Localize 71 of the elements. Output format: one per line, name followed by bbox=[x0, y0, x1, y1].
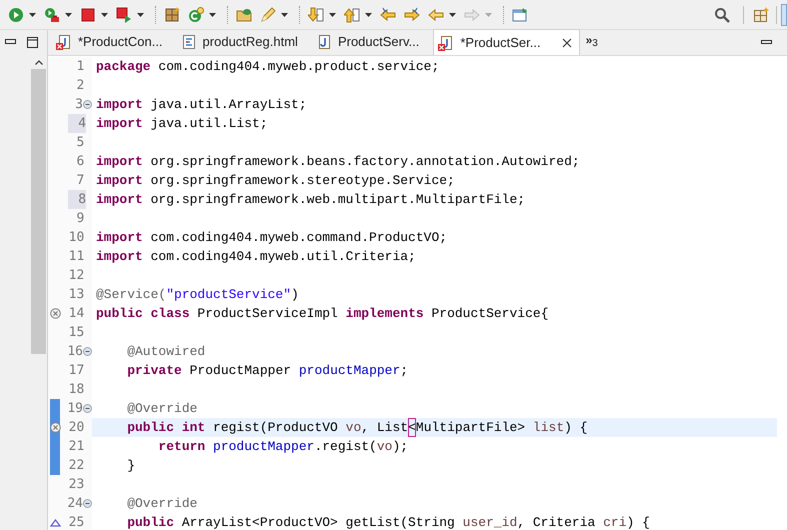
code-line: @Override bbox=[126, 494, 198, 513]
caret-icon bbox=[136, 12, 144, 16]
fold-icon[interactable] bbox=[83, 404, 92, 413]
maximize-button[interactable] bbox=[26, 36, 38, 48]
line-number: 16 bbox=[66, 342, 83, 361]
fold-icon[interactable] bbox=[83, 100, 92, 109]
line-number: 10 bbox=[68, 228, 84, 247]
line-number: 18 bbox=[68, 380, 84, 399]
code-line: import com.coding404.myweb.util.Criteria; bbox=[95, 248, 417, 266]
scroll-thumb[interactable] bbox=[31, 69, 46, 354]
code-line: package com.coding404.myweb.product.service; bbox=[95, 58, 440, 76]
tab-label: ProductServ... bbox=[338, 33, 420, 52]
caret-icon bbox=[448, 12, 456, 16]
caret-icon bbox=[328, 12, 336, 16]
code-line: @Service("productService") bbox=[95, 286, 300, 304]
line-number: 22 bbox=[68, 456, 84, 475]
line-number: 21 bbox=[68, 438, 84, 456]
line-number: 8 bbox=[68, 190, 86, 209]
line-number: 13 bbox=[68, 286, 84, 304]
code-line: @Autowired bbox=[126, 342, 206, 361]
line-number: 1 bbox=[75, 58, 84, 76]
editor-tab[interactable]: *ProductCon... bbox=[52, 29, 177, 55]
caret-icon bbox=[208, 12, 216, 16]
line-number: 6 bbox=[75, 152, 84, 171]
code-line: } bbox=[126, 456, 136, 475]
line-number: 24 bbox=[66, 494, 83, 513]
editor-tab[interactable]: *ProductSer... bbox=[433, 29, 580, 55]
code-line: import org.springframework.stereotype.Service; bbox=[95, 172, 456, 190]
fold-icon[interactable] bbox=[83, 499, 92, 508]
caret-icon bbox=[100, 12, 108, 16]
line-number: 20 bbox=[68, 418, 84, 437]
line-number: 4 bbox=[68, 114, 86, 133]
code-line: import java.util.List; bbox=[95, 114, 269, 133]
code-line: private ProductMapper productMapper; bbox=[126, 362, 410, 380]
code-line: import org.springframework.web.multipart.MultipartFile; bbox=[95, 190, 526, 209]
line-number: 19 bbox=[66, 400, 83, 418]
caret-icon bbox=[280, 12, 288, 16]
code-line: import org.springframework.beans.factory.annotation.Autowired; bbox=[95, 152, 581, 171]
tab-label: *ProductCon... bbox=[78, 33, 163, 52]
caret-icon bbox=[484, 12, 492, 16]
line-number: 5 bbox=[75, 134, 84, 152]
editor-tab[interactable]: productReg.html bbox=[176, 29, 312, 55]
fold-icon[interactable] bbox=[83, 347, 92, 356]
line-number: 17 bbox=[68, 362, 84, 380]
caret-icon bbox=[364, 12, 372, 16]
code-line: import java.util.ArrayList; bbox=[95, 96, 308, 114]
scroll-up-icon bbox=[34, 60, 42, 65]
minimize-button[interactable] bbox=[761, 38, 773, 46]
caret-icon bbox=[64, 12, 72, 16]
code-line: return productMapper.regist(vo); bbox=[157, 438, 410, 456]
code-line: public ArrayList<ProductVO> getList(String user_id, Criteria cri) { bbox=[126, 514, 651, 530]
html-file-icon bbox=[180, 34, 197, 50]
editor-tab[interactable]: ProductServ... bbox=[312, 29, 434, 55]
line-number: 11 bbox=[68, 248, 84, 266]
more-tabs-button[interactable]: »$_{3}$ bbox=[586, 30, 598, 48]
line-number: 14 bbox=[68, 304, 84, 323]
line-number: 15 bbox=[68, 324, 84, 342]
code-line: @Override bbox=[126, 400, 198, 418]
caret-icon bbox=[28, 12, 36, 16]
line-number: 9 bbox=[75, 210, 84, 228]
code-line: public class ProductServiceImpl implements ProductService{ bbox=[95, 304, 550, 323]
tab-label: productReg.html bbox=[202, 33, 298, 52]
line-number: 7 bbox=[75, 172, 84, 190]
line-number: 2 bbox=[75, 76, 84, 95]
line-number: 25 bbox=[68, 514, 84, 530]
line-number: 3 bbox=[74, 96, 83, 114]
code-line: import com.coding404.myweb.command.ProductVO; bbox=[95, 228, 448, 247]
line-number: 12 bbox=[68, 266, 84, 285]
tab-label: *ProductSer... bbox=[460, 34, 541, 52]
line-number: 23 bbox=[68, 476, 84, 494]
close-icon[interactable] bbox=[560, 36, 573, 48]
